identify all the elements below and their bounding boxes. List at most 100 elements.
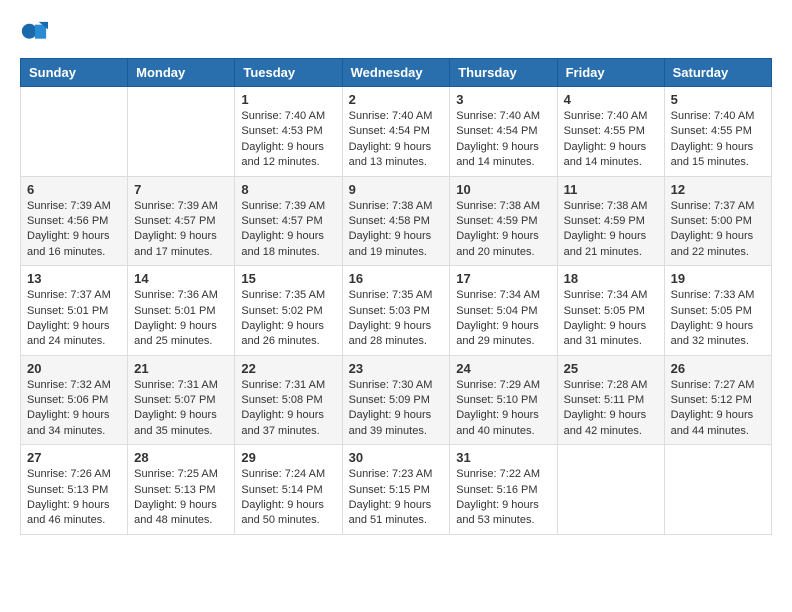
logo [20, 20, 50, 48]
calendar-week-row: 20 Sunrise: 7:32 AM Sunset: 5:06 PM Dayli… [21, 355, 772, 445]
calendar-table: SundayMondayTuesdayWednesdayThursdayFrid… [20, 58, 772, 535]
logo-icon [20, 20, 48, 48]
day-info: Sunrise: 7:32 AM Sunset: 5:06 PM Dayligh… [27, 378, 121, 440]
day-number: 29 [241, 450, 335, 465]
day-info: Sunrise: 7:28 AM Sunset: 5:11 PM Dayligh… [564, 378, 658, 440]
calendar-cell: 19 Sunrise: 7:33 AM Sunset: 5:05 PM Dayli… [664, 266, 771, 356]
calendar-cell: 6 Sunrise: 7:39 AM Sunset: 4:56 PM Daylig… [21, 176, 128, 266]
day-number: 15 [241, 271, 335, 286]
calendar-cell: 24 Sunrise: 7:29 AM Sunset: 5:10 PM Dayli… [450, 355, 557, 445]
calendar-cell: 15 Sunrise: 7:35 AM Sunset: 5:02 PM Dayli… [235, 266, 342, 356]
calendar-cell: 9 Sunrise: 7:38 AM Sunset: 4:58 PM Daylig… [342, 176, 450, 266]
day-info: Sunrise: 7:27 AM Sunset: 5:12 PM Dayligh… [671, 378, 765, 440]
day-number: 30 [349, 450, 444, 465]
day-info: Sunrise: 7:37 AM Sunset: 5:01 PM Dayligh… [27, 288, 121, 350]
calendar-cell: 29Sunrise: 7:24 AM Sunset: 5:14 PM Dayli… [235, 445, 342, 535]
day-info: Sunrise: 7:36 AM Sunset: 5:01 PM Dayligh… [134, 288, 228, 350]
calendar-cell: 30 Sunrise: 7:23 AM Sunset: 5:15 PM Dayli… [342, 445, 450, 535]
calendar-cell: 16 Sunrise: 7:35 AM Sunset: 5:03 PM Dayli… [342, 266, 450, 356]
calendar-day-header: Saturday [664, 59, 771, 87]
day-number: 7 [134, 182, 228, 197]
day-number: 8 [241, 182, 335, 197]
day-info: Sunrise: 7:26 AM Sunset: 5:13 PM Dayligh… [27, 467, 121, 529]
calendar-cell: 7 Sunrise: 7:39 AM Sunset: 4:57 PM Daylig… [128, 176, 235, 266]
calendar-cell: 4Sunrise: 7:40 AM Sunset: 4:55 PM Daylig… [557, 87, 664, 177]
calendar-cell: 1 Sunrise: 7:40 AM Sunset: 4:53 PM Daylig… [235, 87, 342, 177]
calendar-week-row: 6 Sunrise: 7:39 AM Sunset: 4:56 PM Daylig… [21, 176, 772, 266]
calendar-day-header: Friday [557, 59, 664, 87]
day-info: Sunrise: 7:35 AM Sunset: 5:02 PM Dayligh… [241, 288, 335, 350]
day-number: 2 [349, 92, 444, 107]
day-info: Sunrise: 7:31 AM Sunset: 5:08 PM Dayligh… [241, 378, 335, 440]
calendar-cell [664, 445, 771, 535]
day-info: Sunrise: 7:22 AM Sunset: 5:16 PM Dayligh… [456, 467, 550, 529]
day-number: 13 [27, 271, 121, 286]
calendar-day-header: Sunday [21, 59, 128, 87]
day-number: 4 [564, 92, 658, 107]
calendar-cell: 17 Sunrise: 7:34 AM Sunset: 5:04 PM Dayli… [450, 266, 557, 356]
day-number: 19 [671, 271, 765, 286]
day-info: Sunrise: 7:40 AM Sunset: 4:54 PM Dayligh… [349, 109, 444, 171]
day-number: 10 [456, 182, 550, 197]
day-info: Sunrise: 7:33 AM Sunset: 5:05 PM Dayligh… [671, 288, 765, 350]
day-info: Sunrise: 7:38 AM Sunset: 4:58 PM Dayligh… [349, 199, 444, 261]
day-info: Sunrise: 7:25 AM Sunset: 5:13 PM Dayligh… [134, 467, 228, 529]
day-number: 16 [349, 271, 444, 286]
calendar-cell: 18 Sunrise: 7:34 AM Sunset: 5:05 PM Dayli… [557, 266, 664, 356]
day-number: 26 [671, 361, 765, 376]
day-info: Sunrise: 7:39 AM Sunset: 4:57 PM Dayligh… [134, 199, 228, 261]
day-number: 18 [564, 271, 658, 286]
calendar-cell: 26 Sunrise: 7:27 AM Sunset: 5:12 PM Dayli… [664, 355, 771, 445]
calendar-cell: 20 Sunrise: 7:32 AM Sunset: 5:06 PM Dayli… [21, 355, 128, 445]
day-number: 3 [456, 92, 550, 107]
calendar-cell [128, 87, 235, 177]
day-info: Sunrise: 7:34 AM Sunset: 5:05 PM Dayligh… [564, 288, 658, 350]
day-info: Sunrise: 7:29 AM Sunset: 5:10 PM Dayligh… [456, 378, 550, 440]
calendar-cell: 13 Sunrise: 7:37 AM Sunset: 5:01 PM Dayli… [21, 266, 128, 356]
day-info: Sunrise: 7:38 AM Sunset: 4:59 PM Dayligh… [456, 199, 550, 261]
day-info: Sunrise: 7:40 AM Sunset: 4:53 PM Dayligh… [241, 109, 335, 171]
day-number: 11 [564, 182, 658, 197]
calendar-cell: 23 Sunrise: 7:30 AM Sunset: 5:09 PM Dayli… [342, 355, 450, 445]
calendar-cell: 3 Sunrise: 7:40 AM Sunset: 4:54 PM Daylig… [450, 87, 557, 177]
day-info: Sunrise: 7:23 AM Sunset: 5:15 PM Dayligh… [349, 467, 444, 529]
calendar-cell: 25 Sunrise: 7:28 AM Sunset: 5:11 PM Dayli… [557, 355, 664, 445]
day-info: Sunrise: 7:37 AM Sunset: 5:00 PM Dayligh… [671, 199, 765, 261]
day-number: 1 [241, 92, 335, 107]
calendar-cell: 11Sunrise: 7:38 AM Sunset: 4:59 PM Dayli… [557, 176, 664, 266]
calendar-day-header: Wednesday [342, 59, 450, 87]
calendar-cell: 2 Sunrise: 7:40 AM Sunset: 4:54 PM Daylig… [342, 87, 450, 177]
day-info: Sunrise: 7:39 AM Sunset: 4:56 PM Dayligh… [27, 199, 121, 261]
day-info: Sunrise: 7:40 AM Sunset: 4:55 PM Dayligh… [671, 109, 765, 171]
day-number: 28 [134, 450, 228, 465]
calendar-week-row: 1 Sunrise: 7:40 AM Sunset: 4:53 PM Daylig… [21, 87, 772, 177]
day-info: Sunrise: 7:40 AM Sunset: 4:54 PM Dayligh… [456, 109, 550, 171]
day-number: 23 [349, 361, 444, 376]
calendar-cell [21, 87, 128, 177]
calendar-cell: 21Sunrise: 7:31 AM Sunset: 5:07 PM Dayli… [128, 355, 235, 445]
day-number: 9 [349, 182, 444, 197]
calendar-cell: 5 Sunrise: 7:40 AM Sunset: 4:55 PM Daylig… [664, 87, 771, 177]
day-number: 6 [27, 182, 121, 197]
day-info: Sunrise: 7:30 AM Sunset: 5:09 PM Dayligh… [349, 378, 444, 440]
calendar-cell: 12Sunrise: 7:37 AM Sunset: 5:00 PM Dayli… [664, 176, 771, 266]
calendar-week-row: 27Sunrise: 7:26 AM Sunset: 5:13 PM Dayli… [21, 445, 772, 535]
day-number: 24 [456, 361, 550, 376]
calendar-cell: 14Sunrise: 7:36 AM Sunset: 5:01 PM Dayli… [128, 266, 235, 356]
page-header [20, 20, 772, 48]
day-info: Sunrise: 7:39 AM Sunset: 4:57 PM Dayligh… [241, 199, 335, 261]
calendar-day-header: Thursday [450, 59, 557, 87]
calendar-day-header: Tuesday [235, 59, 342, 87]
calendar-cell: 27Sunrise: 7:26 AM Sunset: 5:13 PM Dayli… [21, 445, 128, 535]
calendar-week-row: 13 Sunrise: 7:37 AM Sunset: 5:01 PM Dayli… [21, 266, 772, 356]
day-number: 5 [671, 92, 765, 107]
day-number: 17 [456, 271, 550, 286]
day-number: 25 [564, 361, 658, 376]
day-info: Sunrise: 7:35 AM Sunset: 5:03 PM Dayligh… [349, 288, 444, 350]
day-number: 20 [27, 361, 121, 376]
day-info: Sunrise: 7:31 AM Sunset: 5:07 PM Dayligh… [134, 378, 228, 440]
day-number: 31 [456, 450, 550, 465]
calendar-cell: 22 Sunrise: 7:31 AM Sunset: 5:08 PM Dayli… [235, 355, 342, 445]
day-info: Sunrise: 7:34 AM Sunset: 5:04 PM Dayligh… [456, 288, 550, 350]
day-number: 22 [241, 361, 335, 376]
